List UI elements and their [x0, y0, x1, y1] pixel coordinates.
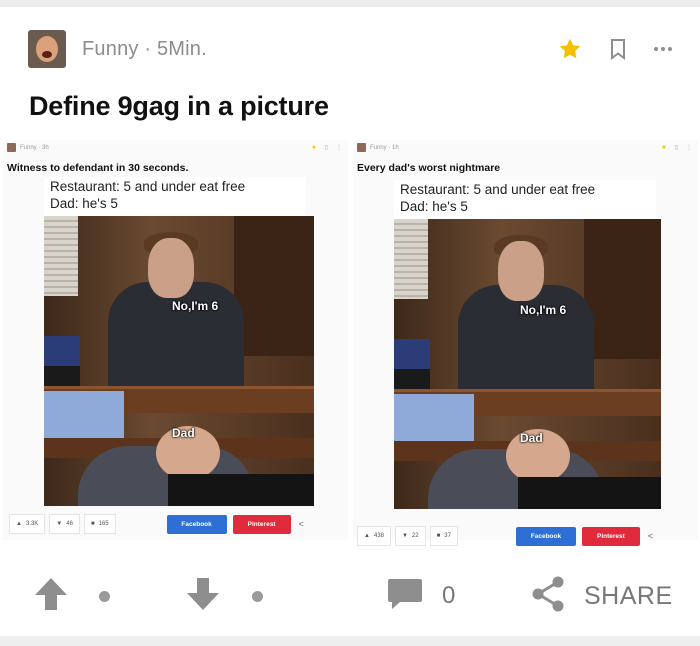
mini-downvote-button[interactable]: ▼ 46 — [49, 514, 80, 534]
top-edge — [0, 0, 700, 7]
comment-icon — [386, 576, 424, 617]
bookmark-icon[interactable] — [609, 38, 627, 60]
upvote-button[interactable] — [32, 560, 70, 632]
section-avatar[interactable] — [28, 30, 66, 68]
label-top: No,I'm 6 — [172, 299, 219, 313]
facebook-label: Facebook — [530, 532, 562, 540]
mini-meta: Funny · 3h — [20, 144, 49, 151]
meme-caption: Restaurant: 5 and under eat free Dad: he… — [44, 177, 306, 218]
comment-count: 37 — [444, 533, 451, 539]
mini-avatar — [7, 143, 16, 152]
caption-line-1: Restaurant: 5 and under eat free — [400, 182, 596, 197]
star-icon[interactable] — [557, 36, 583, 62]
pinterest-label: Pinterest — [597, 532, 625, 540]
mini-upvote-button[interactable]: ▲ 3.3K — [9, 514, 46, 534]
meme-actions: ▲ 3.3K ▼ 46 ■ 165 Facebook Pinterest < — [9, 513, 304, 535]
post-meta: Funny · 5Min. — [82, 37, 207, 60]
meme-image[interactable]: No,I'm 6 Dad — [394, 219, 661, 509]
upvote-count: 3.3K — [25, 521, 39, 527]
mini-upvote-button[interactable]: ▲ 438 — [357, 526, 391, 546]
downvote-icon — [184, 575, 222, 618]
comment-count: 165 — [98, 521, 109, 527]
mini-star-icon: ★ — [311, 145, 317, 151]
mini-avatar — [357, 143, 366, 152]
share-button[interactable]: SHARE — [530, 560, 673, 632]
post-title: Define 9gag in a picture — [29, 91, 329, 121]
downvote-dot — [252, 590, 263, 602]
downvote-count: 46 — [66, 521, 73, 527]
mini-comment-button[interactable]: ■ 165 — [83, 514, 116, 534]
caption-line-1: Restaurant: 5 and under eat free — [50, 179, 246, 194]
meme-title: Every dad's worst nightmare — [357, 162, 501, 174]
caption-line-2: Dad: he's 5 — [400, 199, 468, 214]
mini-comment-button[interactable]: ■ 37 — [429, 526, 458, 546]
label-bottom: Dad — [520, 431, 543, 445]
pinterest-label: Pinterest — [247, 520, 276, 528]
meme-title: Witness to defendant in 30 seconds. — [7, 162, 189, 174]
bottom-edge — [0, 636, 700, 646]
comment-button[interactable]: 0 — [386, 560, 455, 632]
caption-line-2: Dad: he's 5 — [50, 196, 118, 211]
facebook-button[interactable]: Facebook — [166, 514, 227, 534]
mini-bookmark-icon: ▯ — [324, 145, 328, 151]
pinterest-button[interactable]: Pinterest — [232, 514, 291, 534]
upvote-count: 438 — [373, 533, 384, 539]
facebook-label: Facebook — [181, 520, 212, 528]
mini-more-icon: ⋮ — [686, 145, 692, 151]
pinterest-button[interactable]: Pinterest — [581, 526, 640, 546]
mini-share-icon[interactable]: < — [648, 531, 653, 541]
mini-bookmark-icon: ▯ — [674, 145, 678, 151]
mini-star-icon: ★ — [661, 145, 667, 151]
meme-panel-right: Funny · 1h ★ ▯ ⋮ Every dad's worst nightma… — [353, 140, 698, 546]
comment-count: 0 — [442, 582, 456, 609]
share-icon — [530, 575, 566, 618]
label-top: No,I'm 6 — [520, 303, 567, 317]
meme-caption: Restaurant: 5 and under eat free Dad: he… — [394, 180, 656, 221]
downvote-button[interactable] — [184, 560, 222, 632]
post-header: Funny · 5Min. — [28, 30, 673, 68]
mini-share-icon[interactable]: < — [299, 519, 304, 529]
meme-panel-left: Funny · 3h ★ ▯ ⋮ Witness to defendant in 3… — [3, 140, 348, 540]
meme-actions: ▲ 438 ▼ 22 ■ 37 Facebook Pinterest < — [357, 525, 653, 547]
mini-meta: Funny · 1h — [370, 144, 399, 151]
share-label: SHARE — [584, 581, 673, 610]
post-action-bar: 0 SHARE — [0, 560, 700, 632]
label-bottom: Dad — [172, 426, 195, 440]
meme-image[interactable]: No,I'm 6 Dad — [44, 216, 314, 506]
more-icon[interactable] — [653, 46, 673, 52]
downvote-count: 22 — [411, 533, 419, 539]
mini-more-icon: ⋮ — [336, 145, 342, 151]
upvote-dot — [99, 590, 110, 602]
upvote-icon — [32, 575, 70, 618]
facebook-button[interactable]: Facebook — [515, 526, 576, 546]
mini-downvote-button[interactable]: ▼ 22 — [394, 526, 426, 546]
